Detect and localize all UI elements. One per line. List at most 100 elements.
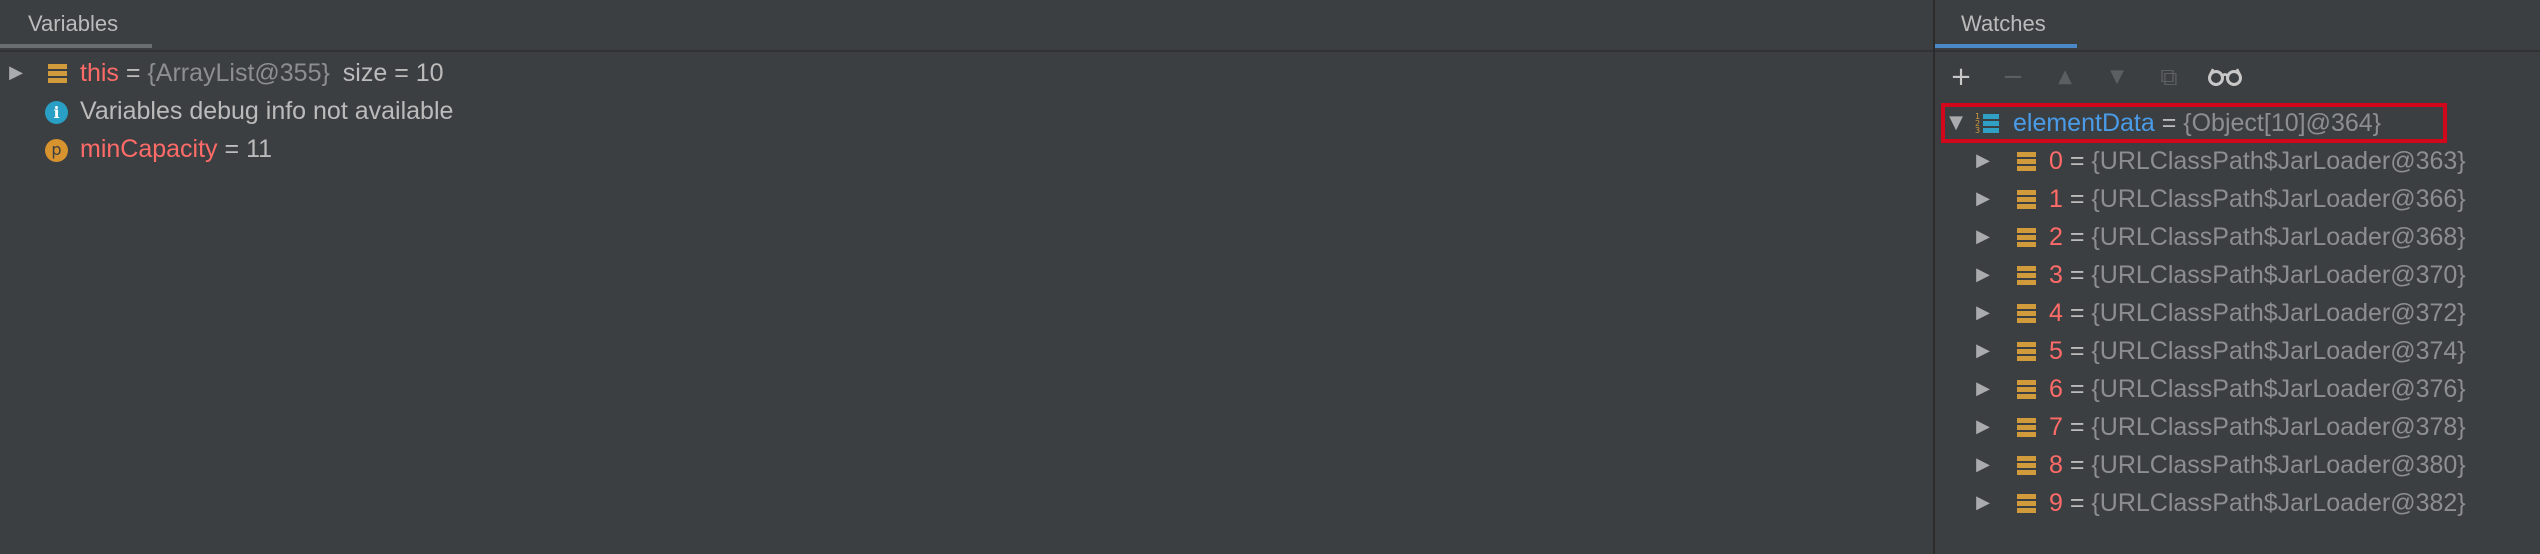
expand-arrow-icon[interactable]: ▶ [1973,256,1993,294]
variable-name: this [80,59,119,87]
tab-variables[interactable]: Variables [0,0,152,48]
child-value: {URLClassPath$JarLoader@372} [2091,299,2466,327]
object-icon [2017,228,2036,247]
array-index: 6 [2049,375,2063,403]
watch-child-label: 3 = {URLClassPath$JarLoader@370} [2049,256,2466,294]
watch-child-row[interactable]: ▶ 1 = {URLClassPath$JarLoader@366} [1935,180,2535,218]
watch-child-label: 7 = {URLClassPath$JarLoader@378} [2049,408,2466,446]
array-index: 1 [2049,185,2063,213]
variable-label: this = {ArrayList@355} size = 10 [80,54,444,92]
watch-child-row[interactable]: ▶ 3 = {URLClassPath$JarLoader@370} [1935,256,2535,294]
minus-icon: − [2002,62,2024,92]
watch-child-label: 8 = {URLClassPath$JarLoader@380} [2049,446,2466,484]
variable-name: minCapacity [80,135,218,163]
equals-sign: = [2069,299,2085,327]
expand-arrow-icon[interactable]: ▶ [1973,142,1993,180]
equals-sign: = [2069,337,2085,365]
child-value: {URLClassPath$JarLoader@374} [2091,337,2466,365]
variable-value: 11 [246,135,273,163]
variable-row-this[interactable]: ▶ this = {ArrayList@355} size = 10 [0,54,700,92]
array-index: 5 [2049,337,2063,365]
expand-arrow-icon[interactable]: ▶ [1973,370,1993,408]
show-watches-in-variables-button[interactable] [2203,62,2247,92]
object-icon [2017,304,2036,323]
debug-info-message: Variables debug info not available [80,97,454,125]
equals-sign: = [2069,489,2085,517]
watch-child-row[interactable]: ▶ 8 = {URLClassPath$JarLoader@380} [1935,446,2535,484]
object-icon [48,64,67,83]
move-up-button[interactable]: ▲ [2049,62,2081,92]
equals-sign: = [2069,261,2085,289]
watches-toolbar: + − ▲ ▼ ⧉ [1935,52,2540,100]
equals-sign: = [2069,451,2085,479]
array-index: 4 [2049,299,2063,327]
expand-arrow-icon[interactable]: ▶ [1973,484,1993,522]
watch-child-label: 2 = {URLClassPath$JarLoader@368} [2049,218,2466,256]
object-icon [2017,380,2036,399]
copy-icon: ⧉ [2160,63,2178,91]
plus-icon: + [1950,62,1972,92]
watch-child-row[interactable]: ▶ 6 = {URLClassPath$JarLoader@376} [1935,370,2535,408]
variable-row-mincapacity[interactable]: p minCapacity = 11 [0,130,700,168]
arrow-down-icon: ▼ [2110,66,2124,87]
child-value: {URLClassPath$JarLoader@368} [2091,223,2466,251]
equals-sign: = [2069,413,2085,441]
expand-arrow-icon[interactable]: ▶ [1973,180,1993,218]
highlight-box [1941,103,2447,143]
child-value: {URLClassPath$JarLoader@366} [2091,185,2466,213]
array-index: 8 [2049,451,2063,479]
watch-child-row[interactable]: ▶ 7 = {URLClassPath$JarLoader@378} [1935,408,2535,446]
watches-header: Watches [1935,0,2540,52]
variables-header: Variables [0,0,1933,52]
watches-panel: Watches + − ▲ ▼ ⧉ ▼ 1 2 3 elementData = … [1935,0,2540,554]
object-icon [2017,418,2036,437]
move-down-button[interactable]: ▼ [2101,62,2133,92]
variable-row-info: i Variables debug info not available [0,92,700,130]
object-icon [2017,266,2036,285]
variables-panel: Variables ▶ this = {ArrayList@355} size … [0,0,1933,554]
expand-arrow-icon[interactable]: ▶ [1973,446,1993,484]
object-icon [2017,190,2036,209]
variable-label: minCapacity = 11 [80,130,272,168]
object-icon [2017,152,2036,171]
child-value: {URLClassPath$JarLoader@363} [2091,147,2466,175]
expand-arrow-icon[interactable]: ▶ [6,54,26,92]
expand-arrow-icon[interactable]: ▶ [1973,218,1993,256]
watch-child-row[interactable]: ▶ 9 = {URLClassPath$JarLoader@382} [1935,484,2535,522]
primitive-icon: p [45,139,68,162]
equals-sign: = [2069,375,2085,403]
child-value: {URLClassPath$JarLoader@380} [2091,451,2466,479]
tab-variables-underline [0,44,152,48]
expand-arrow-icon[interactable]: ▶ [1973,332,1993,370]
child-value: {URLClassPath$JarLoader@382} [2091,489,2466,517]
tab-variables-label: Variables [28,11,119,36]
equals-sign: = [224,135,240,163]
watch-child-label: 1 = {URLClassPath$JarLoader@366} [2049,180,2466,218]
array-index: 3 [2049,261,2063,289]
tab-watches[interactable]: Watches [1935,0,2081,48]
variable-value: {ArrayList@355} [147,59,330,87]
glasses-icon [2208,68,2242,86]
tab-watches-underline [1935,44,2077,48]
watch-child-row[interactable]: ▶ 5 = {URLClassPath$JarLoader@374} [1935,332,2535,370]
watch-child-row[interactable]: ▶ 0 = {URLClassPath$JarLoader@363} [1935,142,2535,180]
add-watch-button[interactable]: + [1945,62,1977,92]
child-value: {URLClassPath$JarLoader@376} [2091,375,2466,403]
child-value: {URLClassPath$JarLoader@370} [2091,261,2466,289]
expand-arrow-icon[interactable]: ▶ [1973,294,1993,332]
watch-child-label: 4 = {URLClassPath$JarLoader@372} [2049,294,2466,332]
watch-child-row[interactable]: ▶ 2 = {URLClassPath$JarLoader@368} [1935,218,2535,256]
equals-sign: = [2069,185,2085,213]
watch-child-label: 9 = {URLClassPath$JarLoader@382} [2049,484,2466,522]
remove-watch-button[interactable]: − [1997,62,2029,92]
watch-child-row[interactable]: ▶ 4 = {URLClassPath$JarLoader@372} [1935,294,2535,332]
duplicate-watch-button[interactable]: ⧉ [2153,62,2185,92]
array-index: 2 [2049,223,2063,251]
array-index: 9 [2049,489,2063,517]
equals-sign: = [2069,223,2085,251]
array-index: 0 [2049,147,2063,175]
expand-arrow-icon[interactable]: ▶ [1973,408,1993,446]
equals-sign: = [2069,147,2085,175]
equals-sign: = [125,59,141,87]
watch-child-label: 0 = {URLClassPath$JarLoader@363} [2049,142,2466,180]
